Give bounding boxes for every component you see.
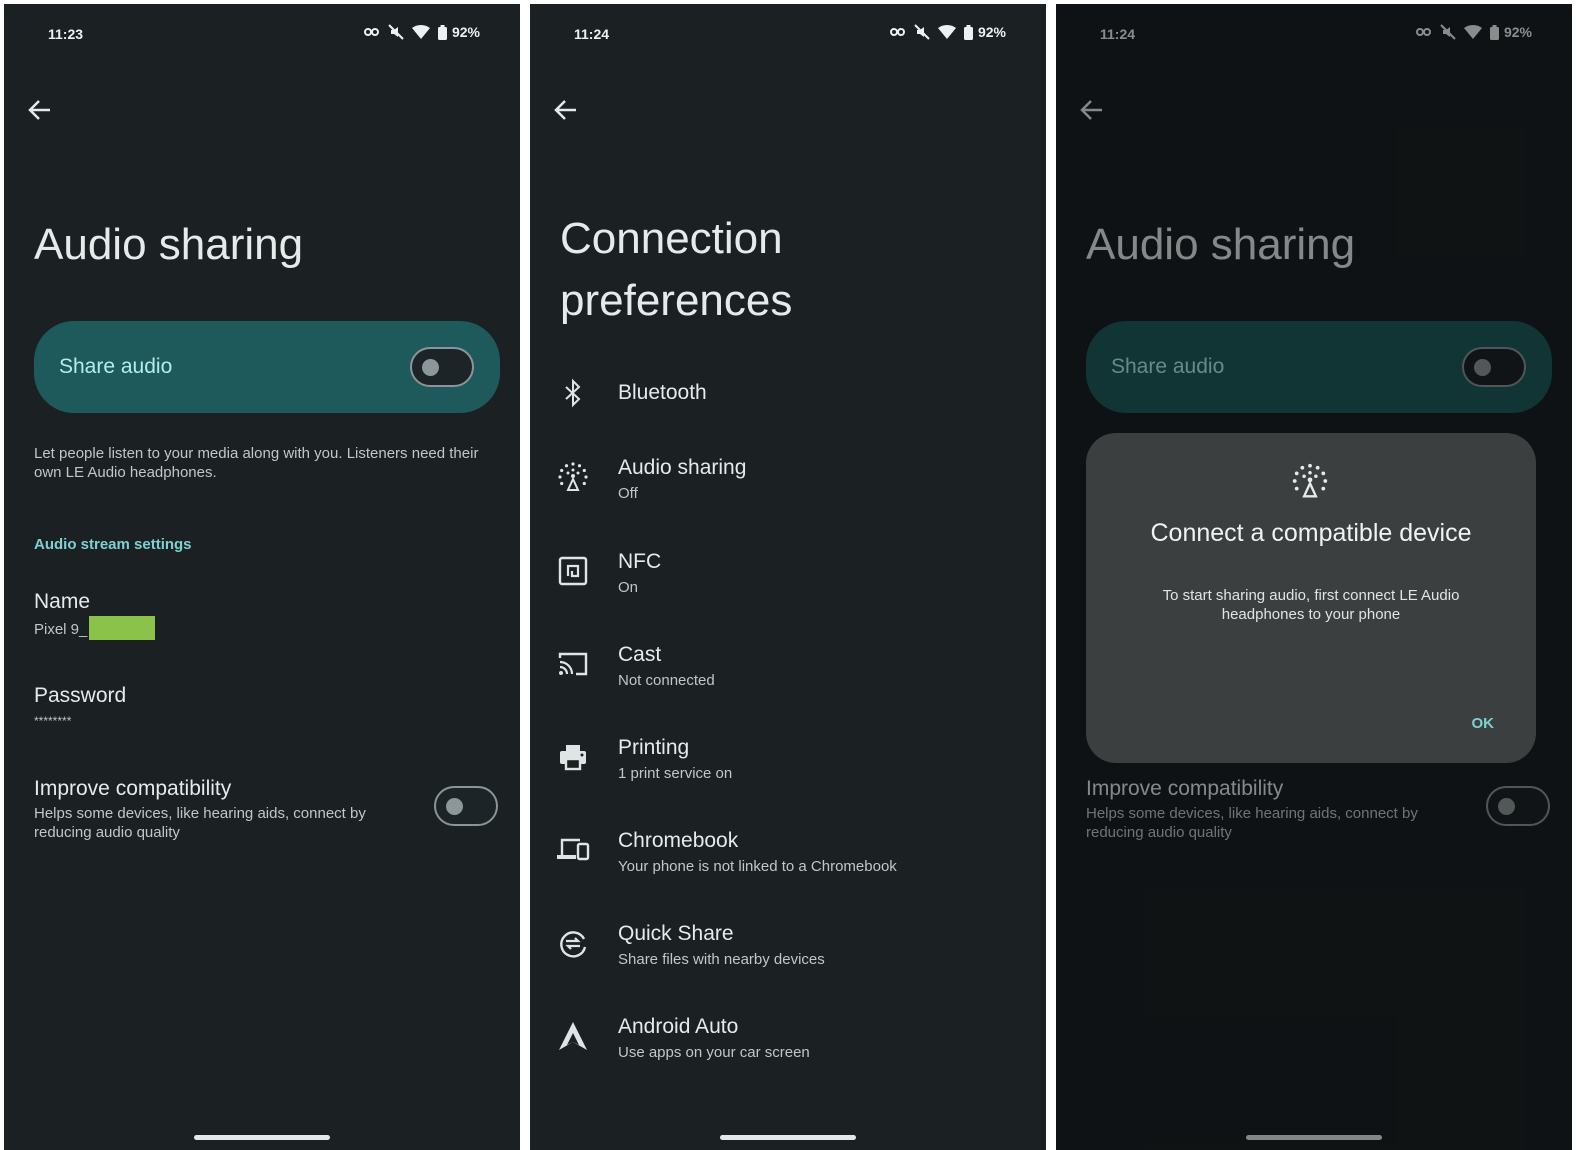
list-item-android-auto[interactable]: Android Auto Use apps on your car screen	[530, 1003, 1046, 1083]
section-header: Audio stream settings	[34, 536, 192, 553]
audio-sharing-icon	[1290, 461, 1330, 501]
printer-icon	[556, 740, 590, 774]
item-subtitle: On	[618, 579, 639, 596]
battery-icon	[437, 24, 447, 40]
status-bar: 11:23 92%	[4, 24, 520, 44]
list-item-chromebook[interactable]: Chromebook Your phone is not linked to a…	[530, 817, 1046, 897]
devices-icon	[556, 833, 590, 867]
audio-sharing-icon	[556, 460, 590, 494]
item-title: Quick Share	[618, 922, 734, 945]
page-title: Audio sharing	[34, 220, 304, 269]
list-item-cast[interactable]: Cast Not connected	[530, 631, 1046, 711]
list-item-audio-sharing[interactable]: Audio sharing Off	[530, 444, 1046, 524]
wifi-icon	[411, 25, 430, 39]
item-subtitle: Not connected	[618, 672, 715, 689]
item-subtitle: Share files with nearby devices	[618, 951, 825, 968]
nfc-icon	[556, 554, 590, 588]
gesture-nav-bar[interactable]	[720, 1135, 856, 1140]
audio-sharing-screen: 11:23 92% Audio sharing Share audio Let …	[4, 4, 520, 1150]
improve-label: Improve compatibility	[34, 777, 232, 800]
list-item-printing[interactable]: Printing 1 print service on	[530, 724, 1046, 804]
item-title: Bluetooth	[618, 381, 707, 404]
status-time: 11:23	[48, 26, 84, 42]
improve-description: Helps some devices, like hearing aids, c…	[34, 805, 366, 841]
battery-percent: 92%	[977, 24, 1006, 40]
item-subtitle: Your phone is not linked to a Chromebook	[618, 858, 897, 875]
list-item-nfc[interactable]: NFC On	[530, 538, 1046, 618]
page-title-line-2: preferences	[560, 276, 793, 325]
connection-preferences-screen: 11:24 92% Connection preferences Bluetoo…	[530, 4, 1046, 1150]
item-title: Audio sharing	[618, 456, 747, 479]
page-title-line-1: Connection	[560, 214, 783, 263]
gesture-nav-bar[interactable]	[194, 1135, 330, 1140]
audio-sharing-description: Let people listen to your media along wi…	[34, 445, 479, 481]
list-item-bluetooth[interactable]: Bluetooth	[530, 354, 1046, 434]
back-arrow-icon[interactable]	[26, 96, 54, 124]
dialog-title: Connect a compatible device	[1150, 519, 1472, 547]
mute-icon	[388, 24, 404, 40]
battery-icon	[963, 24, 973, 40]
dialog-body: To start sharing audio, first connect LE…	[1162, 587, 1460, 623]
password-label: Password	[34, 684, 127, 707]
vpn-key-icon	[889, 26, 906, 38]
android-auto-icon	[556, 1019, 590, 1053]
status-bar: 11:24 92%	[530, 24, 1046, 44]
improve-compatibility-toggle[interactable]	[434, 786, 498, 826]
share-audio-card[interactable]: Share audio	[34, 321, 500, 413]
item-title: Cast	[618, 643, 662, 666]
cast-icon	[556, 647, 590, 681]
ok-button[interactable]: OK	[1472, 715, 1495, 732]
password-value: ********	[34, 714, 72, 728]
battery-percent: 92%	[451, 24, 480, 40]
audio-sharing-dialog-screen: 11:24 92% Audio sharing Share audio Impr…	[1056, 4, 1572, 1150]
item-subtitle: Off	[618, 485, 638, 502]
item-title: Android Auto	[618, 1015, 739, 1038]
item-subtitle: 1 print service on	[618, 765, 733, 782]
wifi-icon	[937, 25, 956, 39]
item-title: Printing	[618, 736, 690, 759]
name-value: Pixel 9_	[34, 616, 156, 642]
status-time: 11:24	[574, 26, 610, 42]
share-audio-label: Share audio	[59, 355, 173, 378]
quick-share-icon	[556, 926, 590, 960]
bluetooth-icon	[556, 376, 590, 410]
item-title: NFC	[618, 550, 662, 573]
mute-icon	[914, 24, 930, 40]
redaction-block	[89, 616, 156, 640]
vpn-key-icon	[363, 26, 380, 38]
compatible-device-dialog: Connect a compatible device To start sha…	[1086, 433, 1536, 763]
list-item-quick-share[interactable]: Quick Share Share files with nearby devi…	[530, 910, 1046, 990]
share-audio-toggle[interactable]	[410, 347, 474, 387]
item-title: Chromebook	[618, 829, 739, 852]
back-arrow-icon[interactable]	[552, 96, 580, 124]
name-label: Name	[34, 590, 91, 613]
item-subtitle: Use apps on your car screen	[618, 1044, 810, 1061]
